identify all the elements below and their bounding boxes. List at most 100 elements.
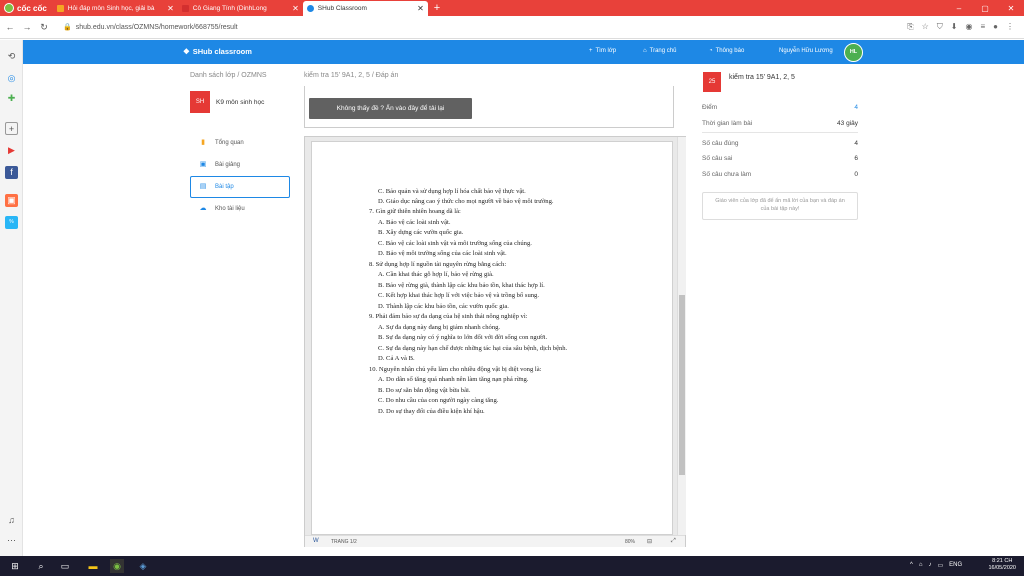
more-icon[interactable]: ⋯ xyxy=(5,534,18,547)
doc-line: B. Xây dựng các vườn quốc gia. xyxy=(378,229,464,236)
youtube-icon[interactable]: ▶ xyxy=(5,144,18,157)
file-explorer-icon[interactable]: ▬ xyxy=(86,559,100,573)
sidebar-item-lectures[interactable]: ▣ Bài giảng xyxy=(190,154,290,176)
document-status-bar: W TRANG 1/2 80% ⊟ ⤢ xyxy=(305,535,685,547)
back-arrow-icon[interactable]: ← xyxy=(3,22,17,32)
app-logo[interactable]: ❖ SHub classroom xyxy=(183,47,252,56)
clock-date: 16/05/2020 xyxy=(988,565,1016,571)
page-indicator: TRANG 1/2 xyxy=(331,539,357,545)
app-taskbar-icon[interactable]: ◈ xyxy=(136,559,150,573)
notification-bell-icon[interactable]: ♫ xyxy=(5,514,18,527)
app-header: ❖ SHub classroom + Tìm lớp ⌂ Trang chủ ◔… xyxy=(23,40,1024,64)
clock-time: 8:21 CH xyxy=(992,558,1013,564)
chevron-up-icon[interactable]: ^ xyxy=(910,562,913,569)
user-name[interactable]: Nguyễn Hữu Lương xyxy=(779,48,833,54)
doc-line: D. Thành lập các khu bảo tồn, các vườn q… xyxy=(378,303,509,310)
url-field[interactable]: 🔒 shub.edu.vn/class/OZMNS/homework/66875… xyxy=(63,23,907,32)
doc-line: B. Sự đa dạng này có ý nghĩa to lớn đối … xyxy=(378,334,548,341)
coccoc-logo-icon xyxy=(4,3,14,13)
scroll-thumb[interactable] xyxy=(679,295,685,475)
coccoc-taskbar-icon[interactable]: ◉ xyxy=(110,559,124,573)
game-icon[interactable]: ✚ xyxy=(5,92,18,105)
fullscreen-icon[interactable]: ⤢ xyxy=(671,538,676,545)
sidebar-item-library[interactable]: ☁ Kho tài liệu xyxy=(190,198,290,220)
close-icon[interactable]: ✕ xyxy=(167,4,174,13)
doc-line: 8. Sử dụng hợp lí nguồn tài nguyên rừng … xyxy=(369,261,507,268)
time-value: 43 giây xyxy=(837,120,858,127)
reload-icon[interactable]: ↻ xyxy=(37,22,51,33)
score-value: 4 xyxy=(854,104,858,111)
browser-brand[interactable]: cốc cốc xyxy=(0,0,53,16)
class-card[interactable]: SH K9 môn sinh học xyxy=(190,90,285,114)
forward-arrow-icon[interactable]: → xyxy=(20,22,34,32)
facebook-icon[interactable]: f xyxy=(5,166,18,179)
sidebar-item-homework[interactable]: ▤ Bài tập xyxy=(190,176,290,198)
task-view-icon[interactable]: ▭ xyxy=(58,559,72,573)
extension-icon[interactable]: ◉ xyxy=(966,22,973,32)
result-panel: 25 kiểm tra 15' 9A1, 2, 5 Điểm 4 Thời gi… xyxy=(699,64,865,556)
search-icon[interactable]: ⌕ xyxy=(34,559,48,573)
doc-line: D. Do sự thay đổi của điều kiện khí hậu. xyxy=(378,408,485,415)
document-icon: ▤ xyxy=(199,183,207,190)
nav-label: Trang chủ xyxy=(649,48,677,54)
sidebar-item-overview[interactable]: ▮ Tổng quan xyxy=(190,132,290,154)
doc-line: C. Kết hợp khai thác hợp lí với việc bảo… xyxy=(378,292,539,299)
class-breadcrumb[interactable]: Danh sách lớp / OZMNS xyxy=(190,72,267,79)
shopping-icon[interactable]: ▣ xyxy=(5,194,18,207)
nav-home[interactable]: ⌂ Trang chủ xyxy=(643,48,676,54)
wrong-label: Số câu sai xyxy=(702,155,733,162)
browser-sidebar: ⟲ ◎ ✚ + ▶ f ▣ % ♫ ⋯ xyxy=(0,40,23,556)
tab-title: SHub Classroom xyxy=(317,5,367,12)
close-icon[interactable]: ✕ xyxy=(417,4,424,13)
answer-hidden-notice: Giáo viên của lớp đã để ẩn mã lời của bạ… xyxy=(702,192,858,220)
volume-icon[interactable]: ♪ xyxy=(928,562,931,569)
homework-breadcrumb[interactable]: kiểm tra 15' 9A1, 2, 5 / Đáp án xyxy=(304,72,398,79)
tab-title: Hỏi đáp môn Sinh học, giải bà xyxy=(67,5,155,12)
score-label: Điểm xyxy=(702,104,718,111)
close-window-button[interactable]: ✕ xyxy=(998,4,1024,13)
tab-2[interactable]: Cô Giang Tính (DinhLong ✕ xyxy=(178,1,303,16)
close-icon[interactable]: ✕ xyxy=(292,4,299,13)
minimize-button[interactable]: – xyxy=(946,4,972,13)
nav-label: Thông báo xyxy=(715,48,745,54)
account-icon[interactable]: ● xyxy=(993,22,998,32)
star-icon[interactable]: ☆ xyxy=(922,22,929,32)
extension-icons: ⎘ ☆ ⛉ ⬇ ◉ ≡ ● ⋮ xyxy=(907,22,1014,32)
message-icon[interactable]: ▭ xyxy=(937,562,943,569)
menu-icon[interactable]: ≡ xyxy=(980,22,985,32)
new-tab-button[interactable]: + xyxy=(428,2,446,14)
lock-icon: 🔒 xyxy=(63,24,72,31)
network-icon[interactable]: ⌂ xyxy=(919,562,923,569)
sidebar-item-label: Tổng quan xyxy=(215,140,244,146)
document-scrollbar[interactable] xyxy=(677,137,686,535)
translate-icon[interactable]: ⎘ xyxy=(907,22,913,32)
result-header: 25 kiểm tra 15' 9A1, 2, 5 xyxy=(703,72,795,92)
deal-icon[interactable]: % xyxy=(5,216,18,229)
history-icon[interactable]: ⟲ xyxy=(5,50,18,63)
reload-document-button[interactable]: Không thấy đề ? Ấn vào đây để tải lại xyxy=(309,98,472,119)
more-icon[interactable]: ⋮ xyxy=(1006,22,1014,32)
word-icon: W xyxy=(313,538,319,544)
nav-find-class[interactable]: + Tìm lớp xyxy=(589,48,616,54)
maximize-button[interactable]: ▢ xyxy=(972,4,998,13)
nav-notifications[interactable]: ◔ Thông báo xyxy=(709,48,744,54)
document-page: C. Bảo quản và sử dụng hợp lí hóa chất b… xyxy=(311,141,673,535)
download-icon[interactable]: ⬇ xyxy=(951,22,958,32)
tab-3[interactable]: SHub Classroom ✕ xyxy=(302,1,428,16)
zoom-control-icon[interactable]: ⊟ xyxy=(647,538,652,545)
shield-icon[interactable]: ⛉ xyxy=(937,22,943,32)
zoom-level: 80% xyxy=(625,539,636,545)
correct-label: Số câu đúng xyxy=(702,140,739,147)
taskbar-clock[interactable]: 8:21 CH 16/05/2020 xyxy=(988,558,1016,572)
windows-start-icon[interactable]: ⊞ xyxy=(8,559,22,573)
class-name: K9 môn sinh học xyxy=(216,98,265,106)
url-text: shub.edu.vn/class/OZMNS/homework/668755/… xyxy=(75,23,238,31)
add-icon[interactable]: + xyxy=(5,122,18,135)
messenger-icon[interactable]: ◎ xyxy=(5,72,18,85)
correct-row: Số câu đúng 4 xyxy=(702,140,858,147)
language-indicator[interactable]: ENG xyxy=(949,562,962,569)
avatar[interactable]: HL xyxy=(844,43,863,62)
tab-1[interactable]: Hỏi đáp môn Sinh học, giải bà ✕ xyxy=(53,1,178,16)
cloud-icon: ☁ xyxy=(199,205,207,212)
wrong-row: Số câu sai 6 xyxy=(702,155,858,162)
